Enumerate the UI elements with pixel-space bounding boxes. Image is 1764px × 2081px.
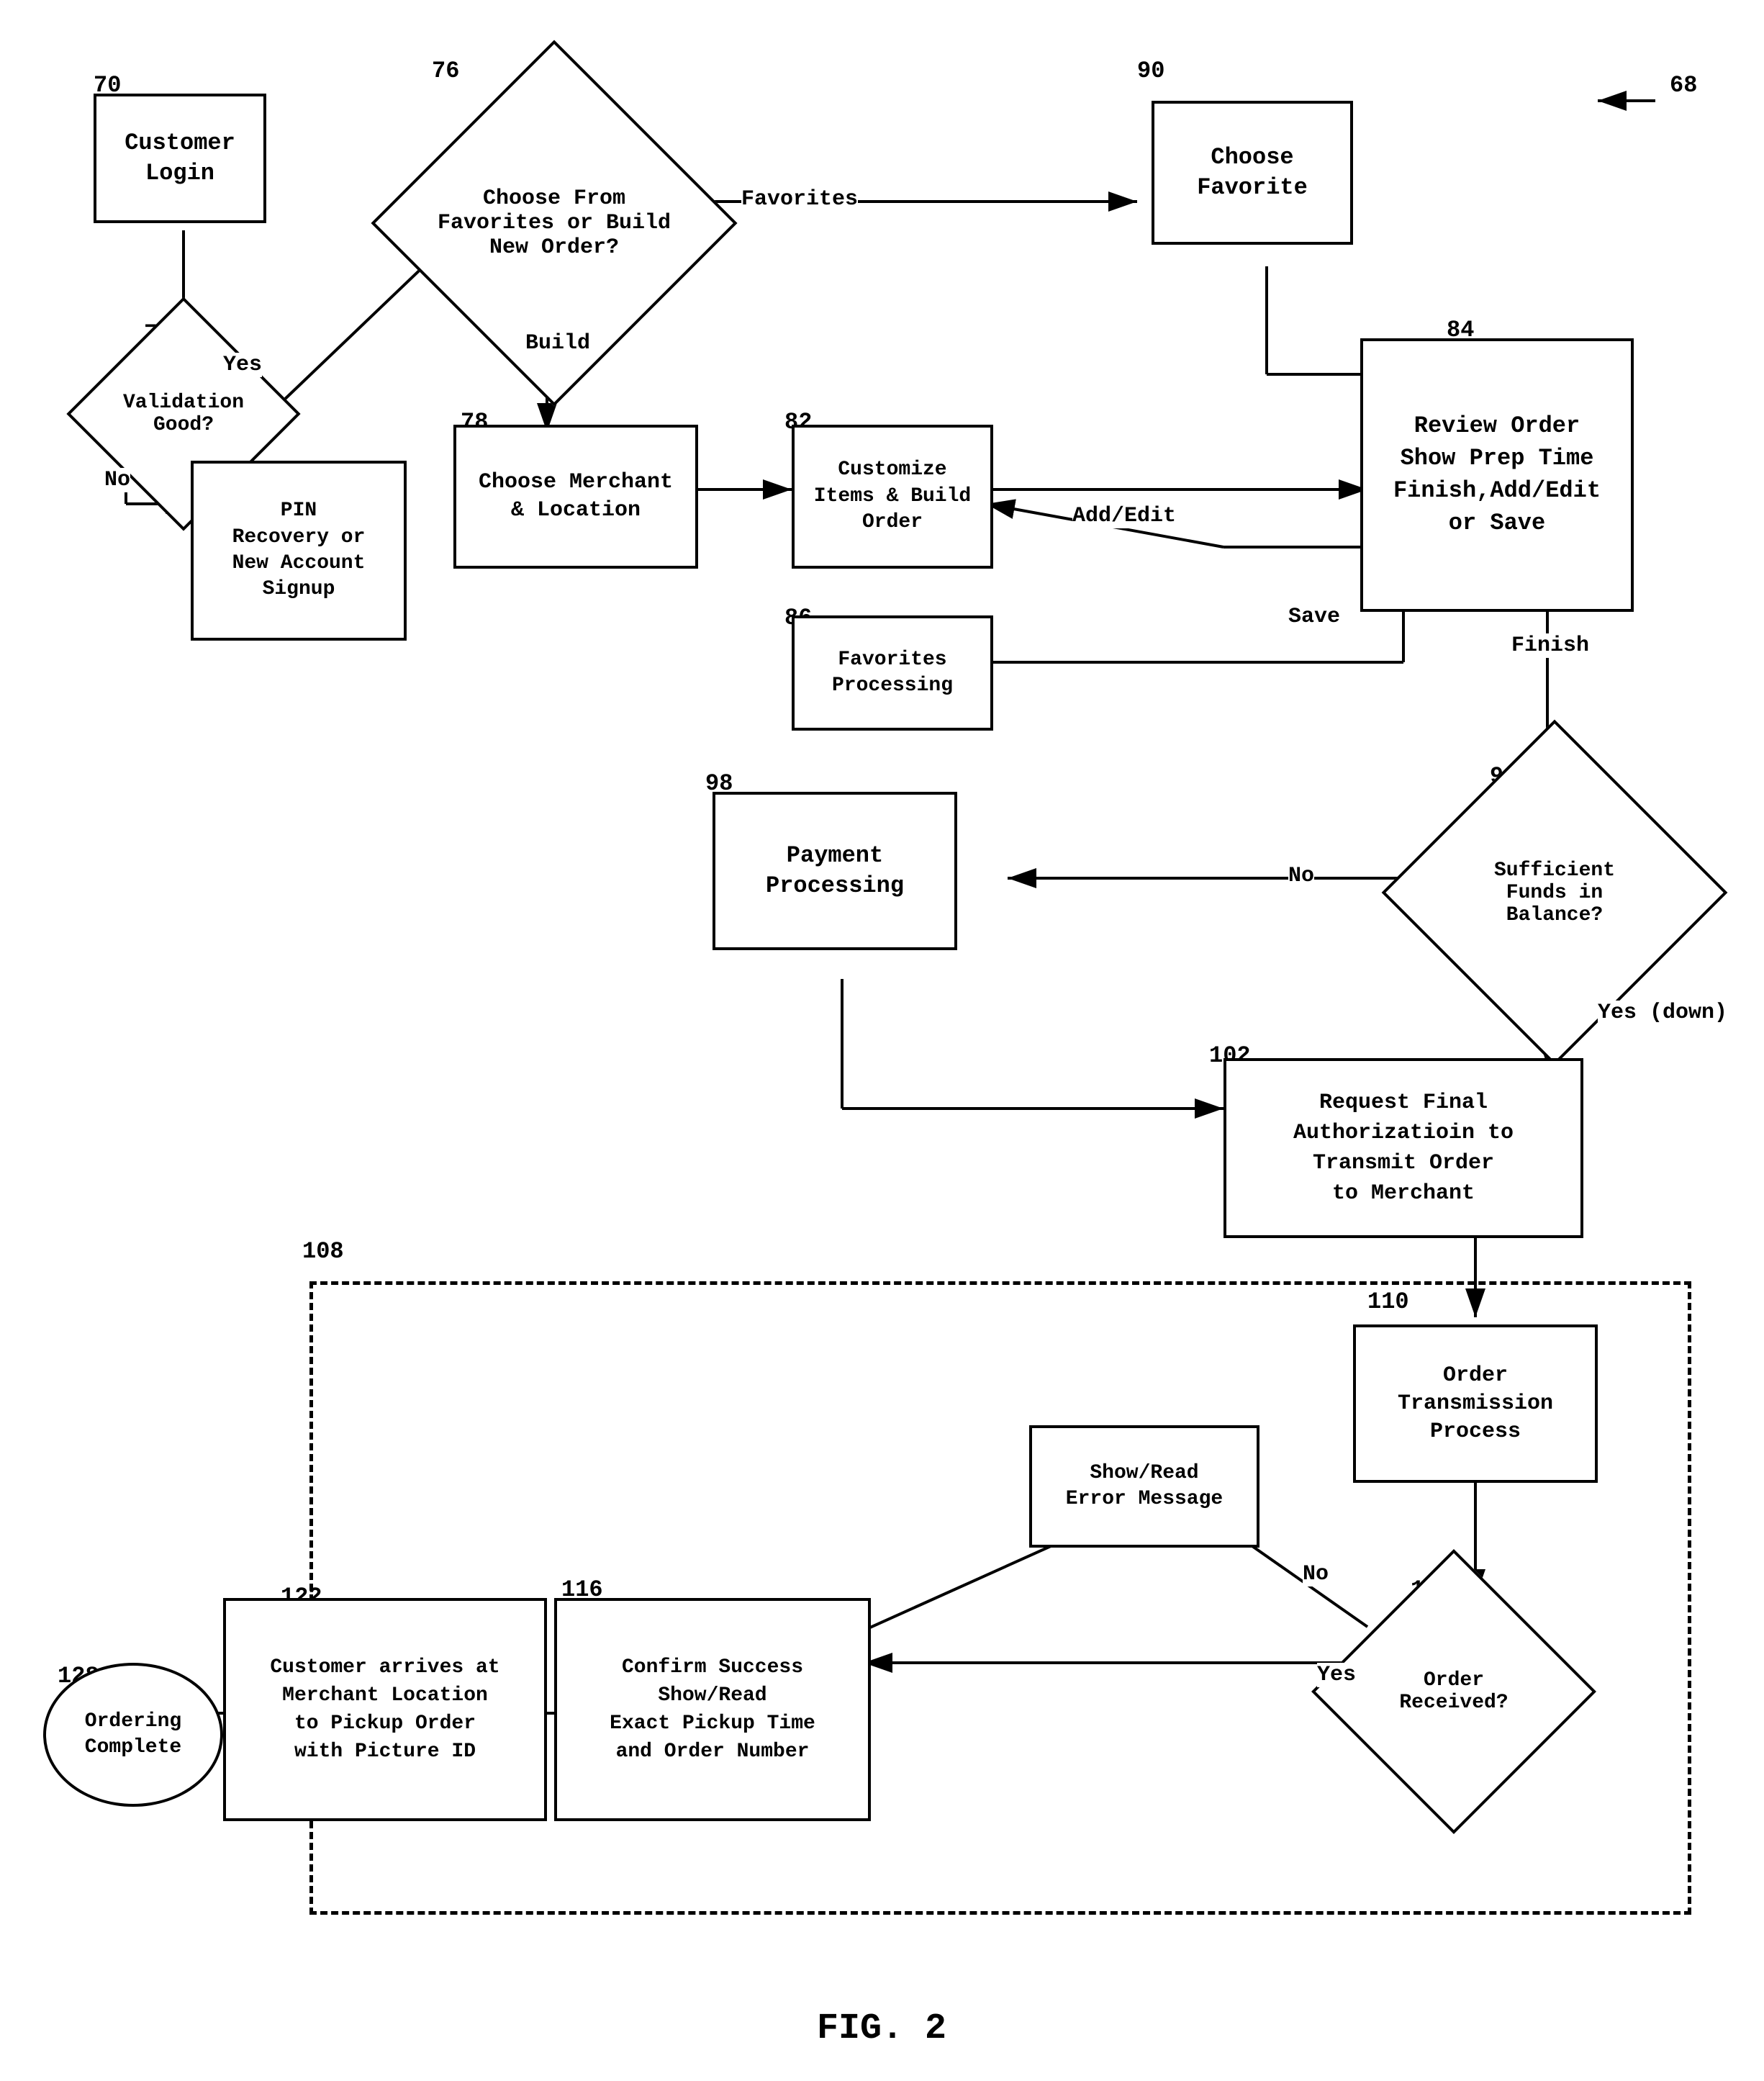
sufficient-funds-node: SufficientFunds inBalance? — [1432, 770, 1677, 1015]
no-label-validation: No — [104, 468, 130, 492]
favorites-label: Favorites — [741, 187, 858, 212]
request-final-auth-node: Request FinalAuthorizatioin toTransmit O… — [1224, 1058, 1583, 1238]
diagram-container: 70 72 74 76 78 90 82 84 86 92 98 102 108… — [0, 0, 1764, 2081]
choose-favorites-node: Choose FromFavorites or BuildNew Order? — [425, 94, 684, 353]
customer-arrives-node: Customer arrives atMerchant Locationto P… — [223, 1598, 547, 1821]
no-label-order: No — [1303, 1562, 1329, 1586]
review-order-node: Review OrderShow Prep TimeFinish,Add/Edi… — [1360, 338, 1634, 612]
order-received-node: OrderReceived? — [1353, 1591, 1555, 1792]
ref-76: 76 — [432, 58, 459, 84]
pin-recovery-node: PINRecovery orNew AccountSignup — [191, 461, 407, 641]
ref-108: 108 — [302, 1238, 344, 1265]
no-label-funds: No — [1288, 864, 1314, 888]
fig-caption: FIG. 2 — [756, 2008, 1008, 2049]
add-edit-label: Add/Edit — [1072, 504, 1176, 528]
customer-login-node: Customer Login — [94, 94, 266, 223]
order-transmission-node: OrderTransmissionProcess — [1353, 1324, 1598, 1483]
ref-90: 90 — [1137, 58, 1164, 84]
yes-label-validation: Yes — [223, 353, 262, 377]
customize-items-node: CustomizeItems & BuildOrder — [792, 425, 993, 569]
choose-merchant-node: Choose Merchant& Location — [453, 425, 698, 569]
ordering-complete-node: OrderingComplete — [43, 1663, 223, 1807]
yes-label-funds: Yes (down) — [1598, 1001, 1727, 1025]
build-label: Build — [525, 331, 590, 356]
ref-68-arrow — [1583, 79, 1699, 122]
show-error-node: Show/ReadError Message — [1029, 1425, 1259, 1548]
payment-processing-node: PaymentProcessing — [713, 792, 957, 950]
finish-label: Finish — [1511, 633, 1589, 658]
save-label: Save — [1288, 605, 1340, 629]
favorites-processing-node: FavoritesProcessing — [792, 615, 993, 731]
choose-favorite-node: ChooseFavorite — [1152, 101, 1353, 245]
yes-label-order: Yes — [1317, 1663, 1356, 1687]
confirm-success-node: Confirm SuccessShow/ReadExact Pickup Tim… — [554, 1598, 871, 1821]
